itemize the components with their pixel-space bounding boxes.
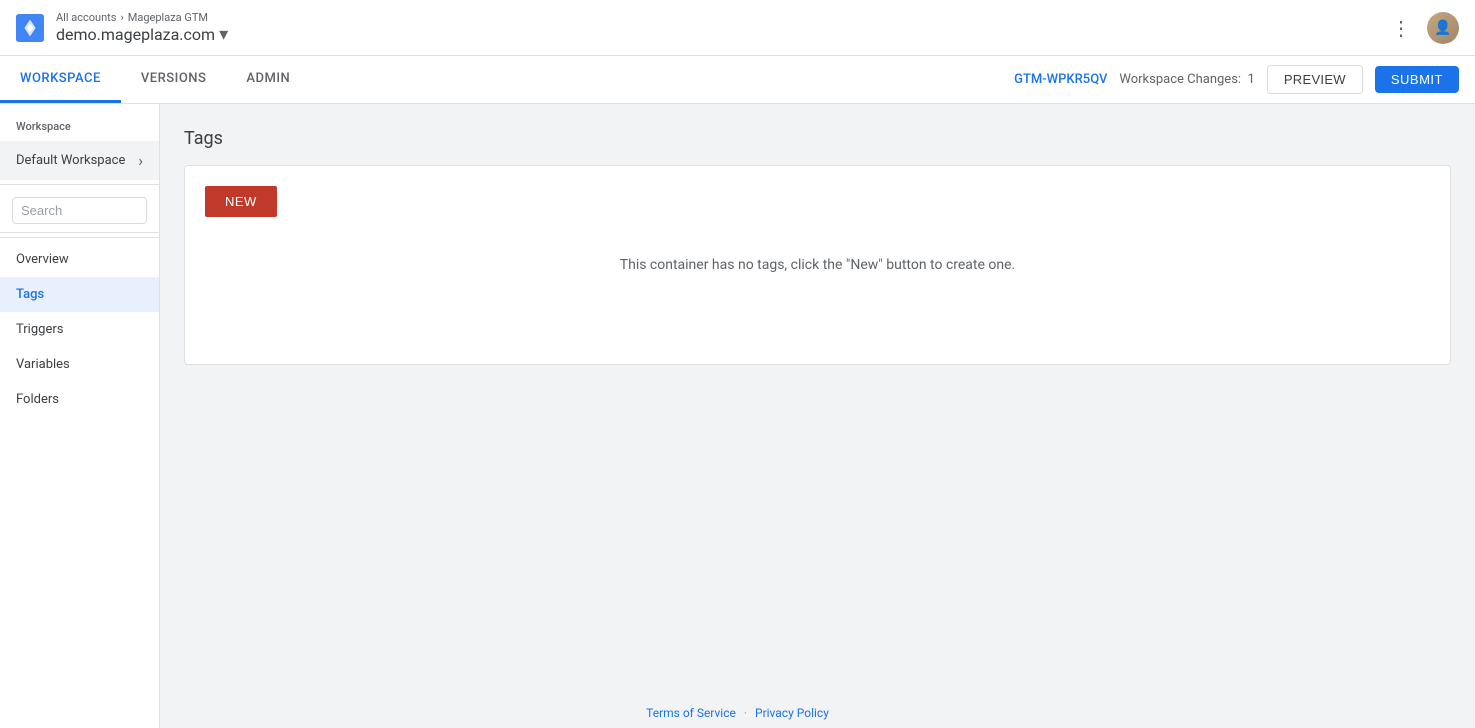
- workspace-item-label: Default Workspace: [16, 153, 125, 168]
- tags-container: NEW This container has no tags, click th…: [184, 165, 1451, 365]
- chevron-right-icon: ›: [138, 151, 143, 170]
- content-area: Tags NEW This container has no tags, cli…: [160, 104, 1475, 728]
- new-tag-button[interactable]: NEW: [205, 186, 277, 217]
- container-id[interactable]: GTM-WPKR5QV: [1014, 72, 1107, 87]
- top-bar-left: All accounts › Mageplaza GTM demo.magepl…: [16, 11, 228, 45]
- workspace-changes: Workspace Changes: 1: [1119, 72, 1254, 87]
- sidebar-workspace-item[interactable]: Default Workspace ›: [0, 141, 159, 180]
- submit-button[interactable]: SUBMIT: [1375, 66, 1459, 93]
- sidebar-section-label: Workspace: [0, 104, 159, 141]
- terms-link[interactable]: Terms of Service: [646, 706, 736, 720]
- avatar[interactable]: 👤: [1427, 12, 1459, 44]
- domain-dropdown-icon[interactable]: ▾: [219, 24, 228, 45]
- nav-left: WORKSPACE VERSIONS ADMIN: [0, 56, 310, 103]
- workspace-changes-count: 1: [1248, 72, 1255, 87]
- more-options-icon[interactable]: ⋮: [1387, 12, 1415, 44]
- sidebar-item-folders[interactable]: Folders: [0, 382, 159, 417]
- breadcrumb-sub: Mageplaza GTM: [128, 11, 208, 24]
- sidebar: Workspace Default Workspace › Overview T…: [0, 104, 160, 728]
- domain-label: demo.mageplaza.com: [56, 25, 215, 44]
- tab-admin[interactable]: ADMIN: [226, 56, 310, 103]
- breadcrumb-separator: ›: [120, 11, 123, 24]
- sidebar-divider-2: [0, 237, 159, 238]
- sidebar-divider: [0, 184, 159, 185]
- gtm-logo-icon: [16, 14, 44, 42]
- avatar-image: 👤: [1427, 12, 1459, 44]
- breadcrumb-top: All accounts › Mageplaza GTM: [56, 11, 228, 24]
- nav-right: GTM-WPKR5QV Workspace Changes: 1 PREVIEW…: [1014, 56, 1475, 103]
- tab-versions[interactable]: VERSIONS: [121, 56, 227, 103]
- sidebar-item-overview[interactable]: Overview: [0, 242, 159, 277]
- page-title: Tags: [184, 128, 1451, 149]
- workspace-changes-label: Workspace Changes:: [1119, 72, 1241, 87]
- all-accounts-link[interactable]: All accounts: [56, 11, 116, 24]
- footer-separator: ·: [744, 706, 747, 720]
- sidebar-item-tags[interactable]: Tags: [0, 277, 159, 312]
- footer: Terms of Service · Privacy Policy: [646, 706, 829, 720]
- privacy-link[interactable]: Privacy Policy: [755, 706, 829, 720]
- preview-button[interactable]: PREVIEW: [1267, 65, 1363, 94]
- main-layout: Workspace Default Workspace › Overview T…: [0, 104, 1475, 728]
- breadcrumb: All accounts › Mageplaza GTM demo.magepl…: [56, 11, 228, 45]
- top-bar: All accounts › Mageplaza GTM demo.magepl…: [0, 0, 1475, 56]
- nav-bar: WORKSPACE VERSIONS ADMIN GTM-WPKR5QV Wor…: [0, 56, 1475, 104]
- tab-workspace[interactable]: WORKSPACE: [0, 56, 121, 103]
- sidebar-search-container: [0, 189, 159, 233]
- sidebar-item-variables[interactable]: Variables: [0, 347, 159, 382]
- breadcrumb-bottom: demo.mageplaza.com ▾: [56, 24, 228, 45]
- sidebar-item-triggers[interactable]: Triggers: [0, 312, 159, 347]
- top-bar-right: ⋮ 👤: [1387, 12, 1459, 44]
- search-input[interactable]: [12, 197, 147, 224]
- empty-tags-message: This container has no tags, click the "N…: [205, 217, 1430, 293]
